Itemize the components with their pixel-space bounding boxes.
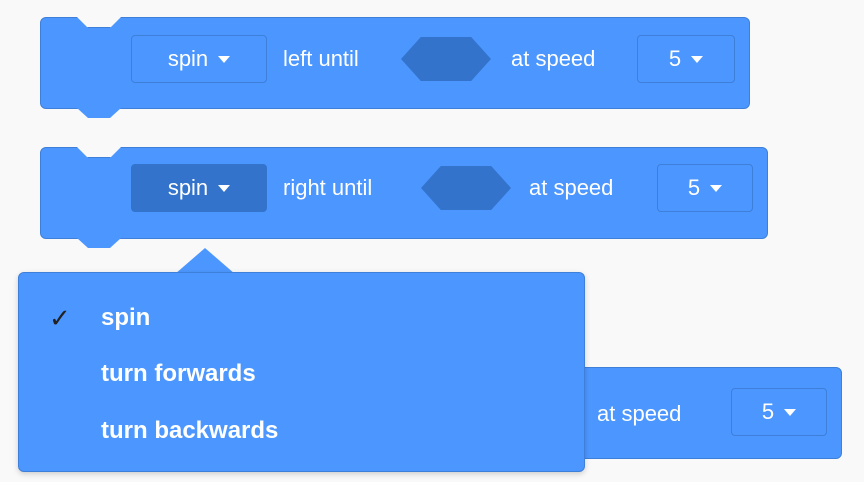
spin-right-until-block[interactable]: spin right until at speed 5	[40, 147, 768, 248]
mode-dropdown[interactable]: spin	[131, 35, 267, 83]
condition-slot[interactable]	[421, 166, 511, 210]
speed-dropdown[interactable]: 5	[637, 35, 735, 83]
speed-label: at speed	[597, 401, 682, 426]
spin-left-until-block[interactable]: spin left until at speed 5	[40, 17, 750, 118]
speed-label: at speed	[511, 46, 596, 71]
dropdown-pointer	[175, 248, 235, 274]
speed-dropdown[interactable]: 5	[731, 388, 827, 436]
speed-label: at speed	[529, 175, 614, 200]
mode-dropdown-menu: ✓ spin turn forwards turn backwards	[18, 272, 585, 472]
direction-label: right until	[283, 175, 373, 200]
block-tab	[77, 238, 121, 248]
chevron-down-icon	[691, 55, 704, 63]
dropdown-item-label: turn forwards	[101, 360, 256, 387]
block-notch	[77, 147, 121, 158]
dropdown-item-turn-backwards[interactable]: turn backwards	[101, 411, 278, 451]
speed-dropdown[interactable]: 5	[657, 164, 753, 212]
block-tab	[77, 108, 121, 118]
direction-label: left until	[283, 46, 359, 71]
mode-dropdown-value: spin	[167, 175, 209, 200]
mode-dropdown-value: spin	[167, 46, 209, 71]
speed-dropdown-value: 5	[761, 399, 775, 424]
checkmark-icon: ✓	[49, 303, 71, 333]
chevron-down-icon	[218, 55, 231, 63]
speed-dropdown-value: 5	[668, 46, 682, 71]
chevron-down-icon	[710, 184, 723, 192]
dropdown-item-turn-forwards[interactable]: turn forwards	[101, 354, 256, 394]
speed-dropdown-value: 5	[687, 175, 701, 200]
dropdown-item-label: spin	[101, 304, 151, 331]
condition-slot[interactable]	[401, 37, 491, 81]
mode-dropdown[interactable]: spin	[131, 164, 267, 212]
dropdown-item-spin[interactable]: ✓ spin	[49, 298, 151, 338]
chevron-down-icon	[218, 184, 231, 192]
block-notch	[77, 17, 121, 28]
dropdown-item-label: turn backwards	[101, 417, 279, 444]
chevron-down-icon	[784, 408, 797, 416]
